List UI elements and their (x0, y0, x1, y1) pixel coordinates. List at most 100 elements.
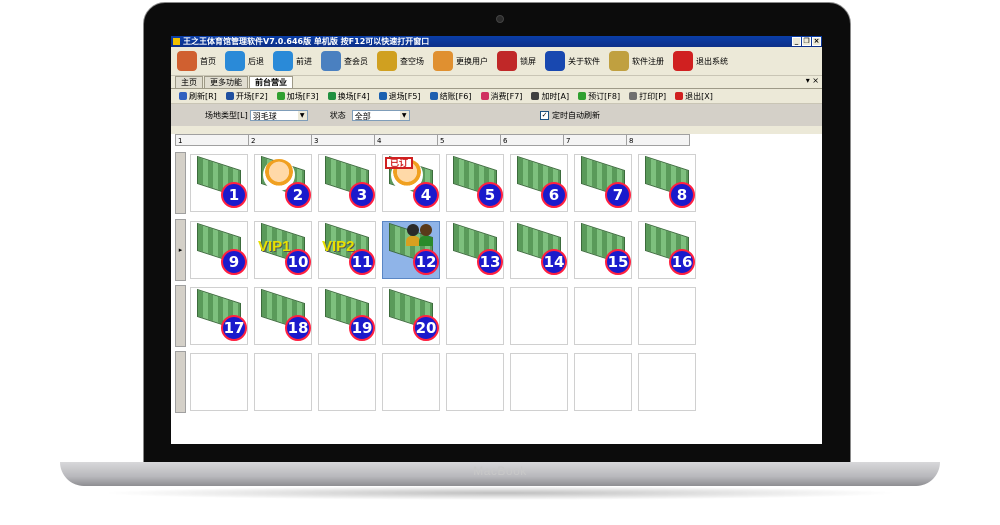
forward-arrow-icon (273, 51, 293, 71)
tab-1[interactable]: 更多功能 (204, 76, 248, 88)
court-cell-16[interactable]: 16 (638, 221, 696, 279)
close-button[interactable]: × (812, 37, 821, 46)
court-cell-14[interactable]: 14 (510, 221, 568, 279)
court-cell-4[interactable]: 已订 4 (382, 154, 440, 212)
auto-refresh-checkbox[interactable]: ✓ 定时自动刷新 (540, 110, 600, 121)
toolbar-button-label: 软件注册 (632, 56, 664, 66)
toolbar-button-lock[interactable]: 锁屏 (497, 51, 536, 71)
court-cell-20[interactable]: 20 (382, 287, 440, 345)
court-cell-2[interactable]: 2 (254, 154, 312, 212)
tab-0[interactable]: 主页 (175, 76, 203, 88)
toolbar-button-back-arrow[interactable]: 后退 (225, 51, 264, 71)
column-header: 2 (249, 134, 312, 146)
auto-refresh-label: 定时自动刷新 (552, 111, 600, 120)
row-header[interactable]: ▸ (175, 219, 186, 281)
change-court-icon (327, 92, 336, 100)
toolbar-button-home[interactable]: 首页 (177, 51, 216, 71)
column-header: 1 (175, 134, 249, 146)
court-number-badge: 19 (349, 315, 375, 341)
reserve-icon (578, 92, 587, 100)
court-cell-1[interactable]: 1 (190, 154, 248, 212)
court-cell-9[interactable]: 9 (190, 221, 248, 279)
action-button-label: 退出[X] (685, 91, 713, 101)
reserved-stamp-icon: 已订 (385, 157, 413, 169)
court-number-badge: 2 (285, 182, 311, 208)
venue-type-label: 场地类型[L] (205, 110, 248, 120)
toolbar-button-label: 后退 (248, 56, 264, 66)
empty-cell (446, 353, 504, 411)
court-number-badge: 18 (285, 315, 311, 341)
toolbar-button-switch-user[interactable]: 更换用户 (433, 51, 488, 71)
court-cell-18[interactable]: 18 (254, 287, 312, 345)
tab-2[interactable]: 前台营业 (249, 76, 293, 88)
toolbar-button-member[interactable]: 查会员 (321, 51, 368, 71)
court-number-badge: 12 (413, 249, 439, 275)
tab-controls[interactable]: ▾ × (806, 76, 819, 85)
column-header: 4 (375, 134, 438, 146)
minimize-button[interactable]: _ (792, 37, 801, 46)
court-number-badge: 11 (349, 249, 375, 275)
grid-column-headers: 12345678 (175, 134, 690, 146)
court-cell-3[interactable]: 3 (318, 154, 376, 212)
action-button-add-court[interactable]: 加场[F3] (276, 91, 319, 102)
court-cell-7[interactable]: 7 (574, 154, 632, 212)
action-button-exit[interactable]: 退出[X] (675, 91, 713, 102)
toolbar-button-label: 关于软件 (568, 56, 600, 66)
toolbar-button-info[interactable]: 关于软件 (545, 51, 600, 71)
action-button-label: 刷新[R] (189, 91, 217, 101)
court-number-badge: 15 (605, 249, 631, 275)
action-button-printer[interactable]: 打印[P] (629, 91, 666, 102)
court-cell-15[interactable]: 15 (574, 221, 632, 279)
court-cell-13[interactable]: 13 (446, 221, 504, 279)
lock-icon (497, 51, 517, 71)
action-button-cart[interactable]: 消费[F7] (480, 91, 522, 102)
court-cell-11[interactable]: VIP2 11 (318, 221, 376, 279)
action-button-label: 换场[F4] (337, 91, 370, 101)
court-cell-8[interactable]: 8 (638, 154, 696, 212)
printer-icon (629, 92, 638, 100)
checkbox-check-icon: ✓ (540, 111, 549, 120)
court-cell-10[interactable]: VIP1 10 (254, 221, 312, 279)
action-button-reserve[interactable]: 预订[F8] (578, 91, 620, 102)
empty-cell (638, 353, 696, 411)
open-court-icon (225, 92, 234, 100)
row-header[interactable] (175, 152, 186, 214)
court-cell-5[interactable]: 5 (446, 154, 504, 212)
row-header[interactable] (175, 351, 186, 413)
toolbar-button-forward-arrow[interactable]: 前进 (273, 51, 312, 71)
empty-cell (574, 353, 632, 411)
toolbar-button-keys[interactable]: 软件注册 (609, 51, 664, 71)
court-number-badge: 7 (605, 182, 631, 208)
court-number-badge: 5 (477, 182, 503, 208)
toolbar-button-magnifier[interactable]: 查空场 (377, 51, 424, 71)
vip-label: VIP2 (322, 238, 355, 255)
court-number-badge: 8 (669, 182, 695, 208)
row-header[interactable] (175, 285, 186, 347)
status-value: 全部 (354, 111, 371, 121)
member-icon (321, 51, 341, 71)
empty-cell (318, 353, 376, 411)
toolbar-button-power[interactable]: 退出系统 (673, 51, 728, 71)
court-cell-12[interactable]: 12 (382, 221, 440, 279)
action-button-change-court[interactable]: 换场[F4] (327, 91, 370, 102)
status-select[interactable]: 全部 ▼ (351, 109, 410, 121)
empty-cell (638, 287, 696, 345)
power-icon (673, 51, 693, 71)
restore-button[interactable]: ❐ (802, 37, 811, 46)
court-number-badge: 17 (221, 315, 247, 341)
column-header: 5 (438, 134, 501, 146)
action-button-open-court[interactable]: 开场[F2] (225, 91, 268, 102)
venue-type-select[interactable]: 羽毛球 ▼ (249, 109, 308, 121)
action-button-label: 结账[F6] (439, 91, 472, 101)
action-button-exit-court[interactable]: 退场[F5] (378, 91, 421, 102)
action-button-refresh[interactable]: 刷新[R] (179, 91, 217, 102)
dropdown-arrow-icon: ▼ (297, 110, 307, 120)
court-cell-6[interactable]: 6 (510, 154, 568, 212)
window-controls: _ ❐ × (792, 37, 821, 46)
empty-cell (446, 287, 504, 345)
webcam (496, 15, 504, 23)
court-cell-19[interactable]: 19 (318, 287, 376, 345)
action-button-checkout[interactable]: 结账[F6] (429, 91, 472, 102)
action-button-clock[interactable]: 加时[A] (531, 91, 569, 102)
court-cell-17[interactable]: 17 (190, 287, 248, 345)
